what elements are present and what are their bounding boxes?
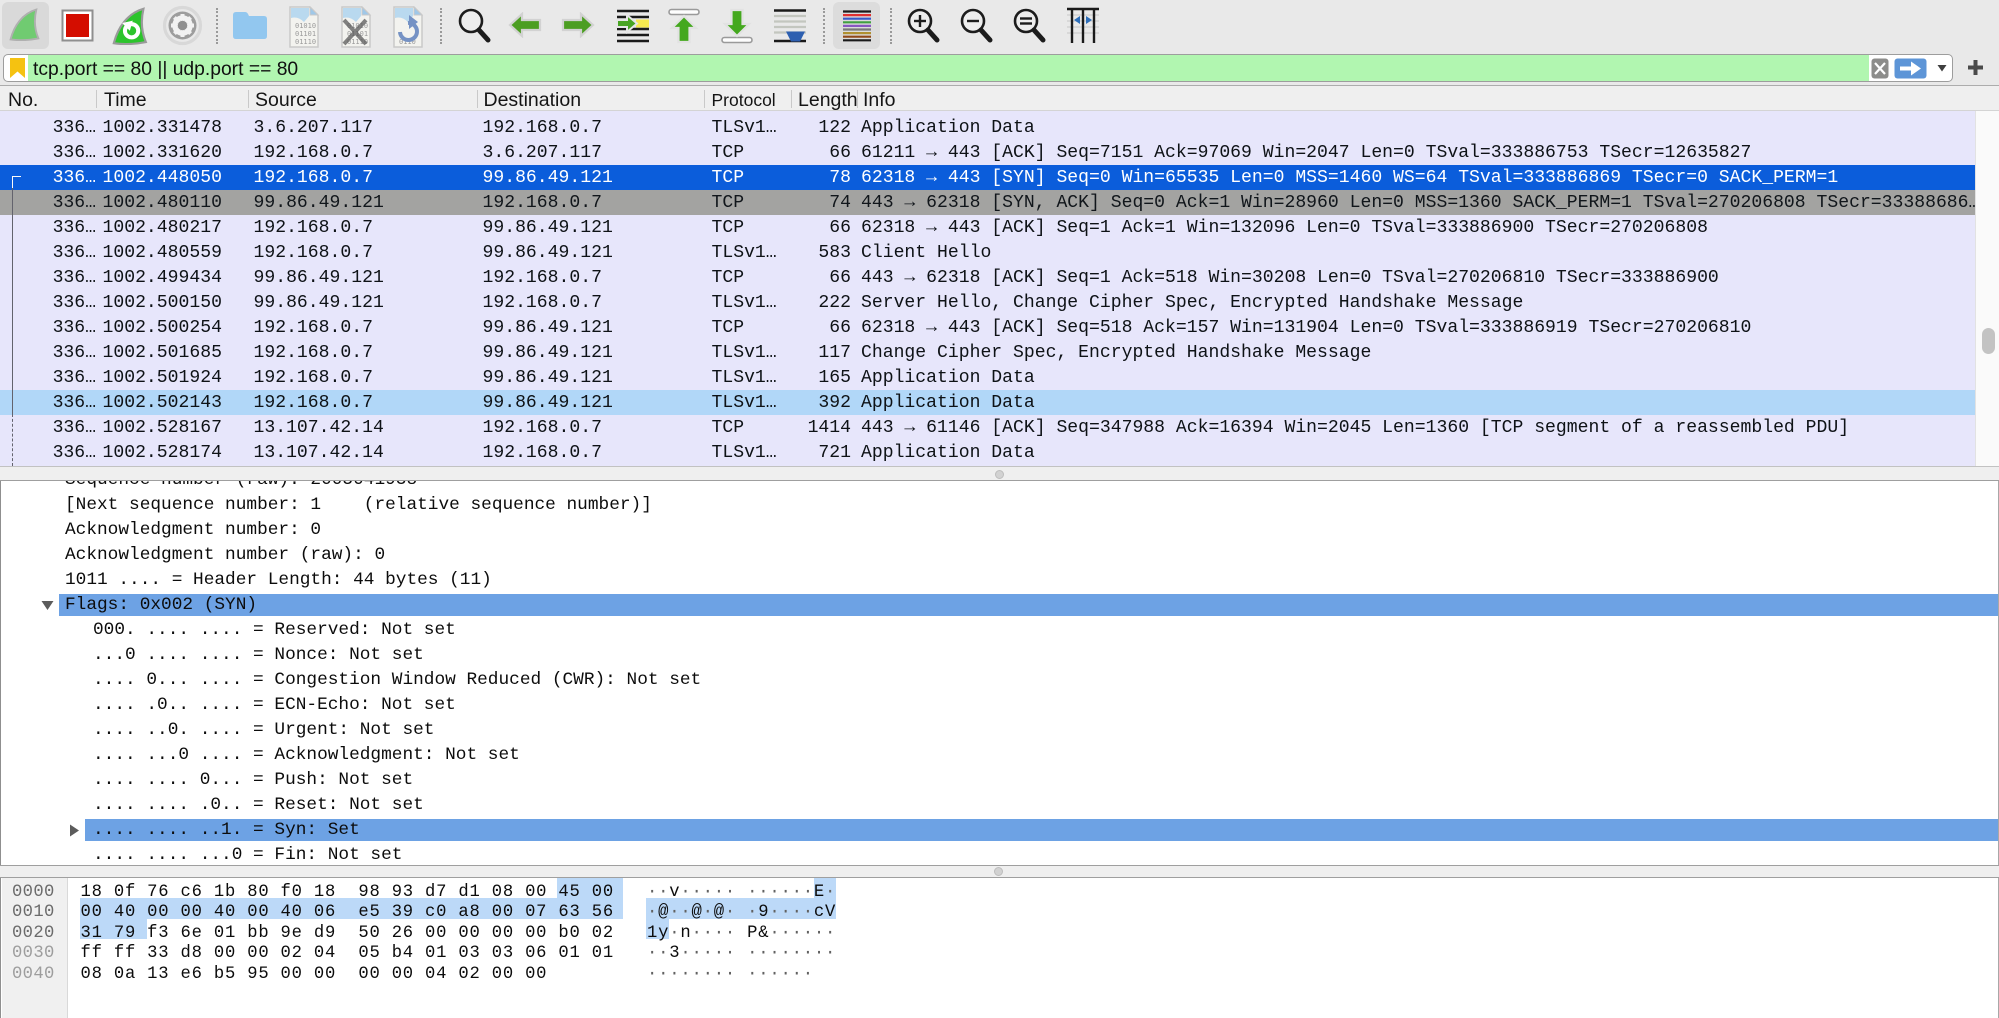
svg-text:01010: 01010 — [295, 22, 316, 30]
svg-text:01101: 01101 — [295, 30, 316, 38]
svg-text:01110: 01110 — [295, 38, 316, 46]
